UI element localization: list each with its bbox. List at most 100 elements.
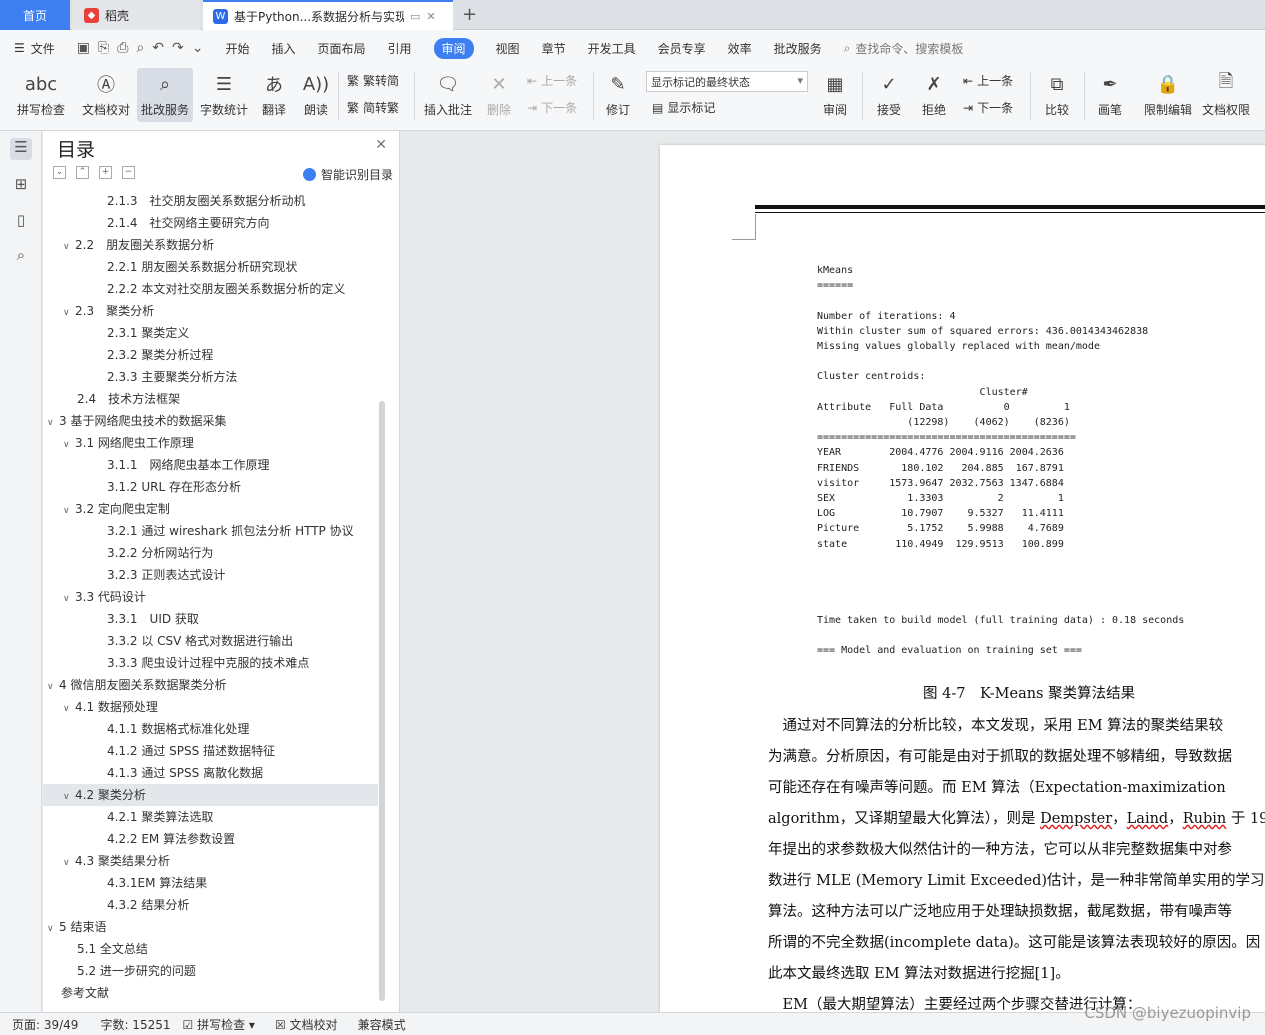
toc-item[interactable]: ∨ 2.3 聚类分析 (43, 300, 378, 322)
proofread-button[interactable]: Ⓐ 文档校对 (78, 68, 134, 122)
track-changes-button[interactable]: ✎ 修订 (599, 68, 637, 122)
toc-item[interactable]: 2.3.1 聚类定义 (43, 322, 378, 344)
pen-button[interactable]: ✒ 画笔 (1091, 68, 1129, 122)
toc-item[interactable]: ∨ 2.2 朋友圈关系数据分析 (43, 234, 378, 256)
spell-check-button[interactable]: abc 拼写检查 (10, 68, 72, 122)
search-icon[interactable]: ⌕ (10, 246, 32, 268)
menu-page-layout[interactable]: 页面布局 (318, 40, 366, 57)
delete-comment-button[interactable]: ✕ 删除 (480, 68, 518, 122)
toc-item[interactable]: 2.1.3 社交朋友圈关系数据分析动机 (43, 190, 378, 212)
translate-button[interactable]: あ 翻译 (255, 68, 293, 122)
grading-service-button[interactable]: ⌕ 批改服务 (137, 68, 193, 122)
word-count-button[interactable]: ☰ 字数统计 (197, 68, 251, 122)
toc-item[interactable]: 3.2.2 分析网站行为 (43, 542, 378, 564)
menu-references[interactable]: 引用 (388, 40, 412, 57)
menu-developer[interactable]: 开发工具 (588, 40, 636, 57)
command-search[interactable]: ⌕ 查找命令、搜索模板 (844, 40, 964, 57)
toc-item[interactable]: 2.2.1 朋友圈关系数据分析研究现状 (43, 256, 378, 278)
tab-document[interactable]: W 基于Python...系数据分析与实现 ▭ ✕ (203, 0, 453, 30)
add-heading-icon[interactable]: + (99, 166, 112, 179)
toc-item[interactable]: 3.3.1 UID 获取 (43, 608, 378, 630)
toc-item[interactable]: ∨ 3.3 代码设计 (43, 586, 378, 608)
remove-heading-icon[interactable]: − (122, 166, 135, 179)
toc-item[interactable]: 4.2.2 EM 算法参数设置 (43, 828, 378, 850)
review-pane-button[interactable]: ▦ 审阅 (816, 68, 854, 122)
simplified-to-traditional-button[interactable]: 繁简转繁 (347, 99, 399, 116)
collapse-all-icon[interactable]: ⌃ (76, 166, 89, 179)
toc-item[interactable]: ∨ 3.2 定向爬虫定制 (43, 498, 378, 520)
toc-item[interactable]: ∨ 3 基于网络爬虫技术的数据采集 (43, 410, 378, 432)
chevron-down-icon[interactable]: ∨ (63, 302, 75, 324)
toc-item[interactable]: 2.4 技术方法框架 (43, 388, 378, 410)
chevron-down-icon[interactable]: ∨ (63, 698, 75, 720)
page-count[interactable]: 页面: 39/49 (12, 1016, 78, 1033)
toc-icon[interactable]: ☰ (10, 138, 32, 160)
toc-item[interactable]: 3.3.2 以 CSV 格式对数据进行输出 (43, 630, 378, 652)
menu-efficiency[interactable]: 效率 (728, 40, 752, 57)
insert-comment-button[interactable]: 🗨 插入批注 (420, 68, 476, 122)
menu-grading[interactable]: 批改服务 (774, 40, 822, 57)
smart-toc-button[interactable]: 智能识别目录 (302, 166, 393, 183)
markup-state-select[interactable]: 显示标记的最终状态 ▾ (646, 71, 808, 92)
prev-change-button[interactable]: ⇤ 上一条 (963, 72, 1013, 89)
chevron-down-icon[interactable]: ∨ (63, 786, 75, 808)
read-aloud-button[interactable]: A)) 朗读 (298, 68, 334, 122)
chevron-down-icon[interactable]: ∨ (63, 434, 75, 456)
toc-item[interactable]: 3.2.1 通过 wireshark 抓包法分析 HTTP 协议 (43, 520, 378, 542)
toc-item[interactable]: 4.3.2 结果分析 (43, 894, 378, 916)
toc-item[interactable]: ∨ 5 结束语 (43, 916, 378, 938)
chevron-down-icon[interactable]: ∨ (63, 852, 75, 874)
chevron-down-icon[interactable]: ∨ (47, 412, 59, 434)
toc-item[interactable]: 2.1.4 社交网络主要研究方向 (43, 212, 378, 234)
toc-item[interactable]: ∨ 4.1 数据预处理 (43, 696, 378, 718)
new-tab-button[interactable]: + (462, 4, 477, 25)
menu-section[interactable]: 章节 (542, 40, 566, 57)
toc-item[interactable]: ∨ 4 微信朋友圈关系数据聚类分析 (43, 674, 378, 696)
toc-item[interactable]: 2.2.2 本文对社交朋友圈关系数据分析的定义 (43, 278, 378, 300)
navigation-icon[interactable]: ⊞ (10, 175, 32, 197)
toc-item[interactable]: 5.1 全文总结 (43, 938, 378, 960)
print-preview-icon[interactable]: ⌕ (136, 40, 144, 56)
toc-item[interactable]: 3.1.1 网络爬虫基本工作原理 (43, 454, 378, 476)
toc-item[interactable]: 2.3.3 主要聚类分析方法 (43, 366, 378, 388)
traditional-to-simplified-button[interactable]: 繁繁转简 (347, 72, 399, 89)
toc-scrollbar[interactable] (379, 401, 385, 1001)
toc-item[interactable]: ∨ 3.1 网络爬虫工作原理 (43, 432, 378, 454)
document-page[interactable]: kMeans ====== Number of iterations: 4 Wi… (660, 145, 1265, 1012)
export-icon[interactable]: ⎘ (98, 40, 109, 56)
close-icon[interactable]: ✕ (375, 137, 387, 153)
bookmark-icon[interactable]: ▯ (10, 211, 32, 233)
prev-comment-button[interactable]: ⇤ 上一条 (527, 72, 577, 89)
menu-file[interactable]: ☰ 文件 (14, 40, 55, 57)
toc-item[interactable]: 4.3.1EM 算法结果 (43, 872, 378, 894)
toc-item[interactable]: 4.1.2 通过 SPSS 描述数据特征 (43, 740, 378, 762)
menu-start[interactable]: 开始 (225, 40, 249, 57)
tab-home[interactable]: 首页 (0, 0, 70, 30)
menu-view[interactable]: 视图 (496, 40, 520, 57)
expand-all-icon[interactable]: ⌄ (53, 166, 66, 179)
chevron-down-icon[interactable]: ∨ (63, 236, 75, 258)
toc-item[interactable]: 5.2 进一步研究的问题 (43, 960, 378, 982)
chevron-down-icon[interactable]: ∨ (47, 918, 59, 940)
save-icon[interactable]: ▣ (77, 40, 90, 56)
status-spell-check[interactable]: ☑ 拼写检查 ▾ (183, 1016, 255, 1033)
status-proofread[interactable]: ☒ 文档校对 (275, 1016, 338, 1033)
toc-item[interactable]: 3.1.2 URL 存在形态分析 (43, 476, 378, 498)
toc-item[interactable]: 3.3.3 爬虫设计过程中克服的技术难点 (43, 652, 378, 674)
compare-button[interactable]: ⧉ 比较 (1038, 68, 1076, 122)
next-change-button[interactable]: ⇥ 下一条 (963, 99, 1013, 116)
chevron-down-icon[interactable]: ∨ (63, 588, 75, 610)
toc-item[interactable]: 4.1.3 通过 SPSS 离散化数据 (43, 762, 378, 784)
toc-item[interactable]: 2.3.2 聚类分析过程 (43, 344, 378, 366)
menu-review[interactable]: 审阅 (433, 37, 474, 59)
toc-item[interactable]: 3.2.3 正则表达式设计 (43, 564, 378, 586)
document-permission-button[interactable]: 🗎 文档权限 (1198, 68, 1254, 122)
reject-button[interactable]: ✗ 拒绝 (915, 68, 953, 122)
print-icon[interactable]: ⎙ (117, 40, 128, 56)
redo-icon[interactable]: ↷ (172, 40, 184, 56)
more-icon[interactable]: ⌄ (192, 40, 204, 56)
accept-button[interactable]: ✓ 接受 (870, 68, 908, 122)
monitor-icon[interactable]: ▭ (410, 10, 420, 23)
undo-icon[interactable]: ↶ (152, 40, 164, 56)
toc-item[interactable]: 4.2.1 聚类算法选取 (43, 806, 378, 828)
